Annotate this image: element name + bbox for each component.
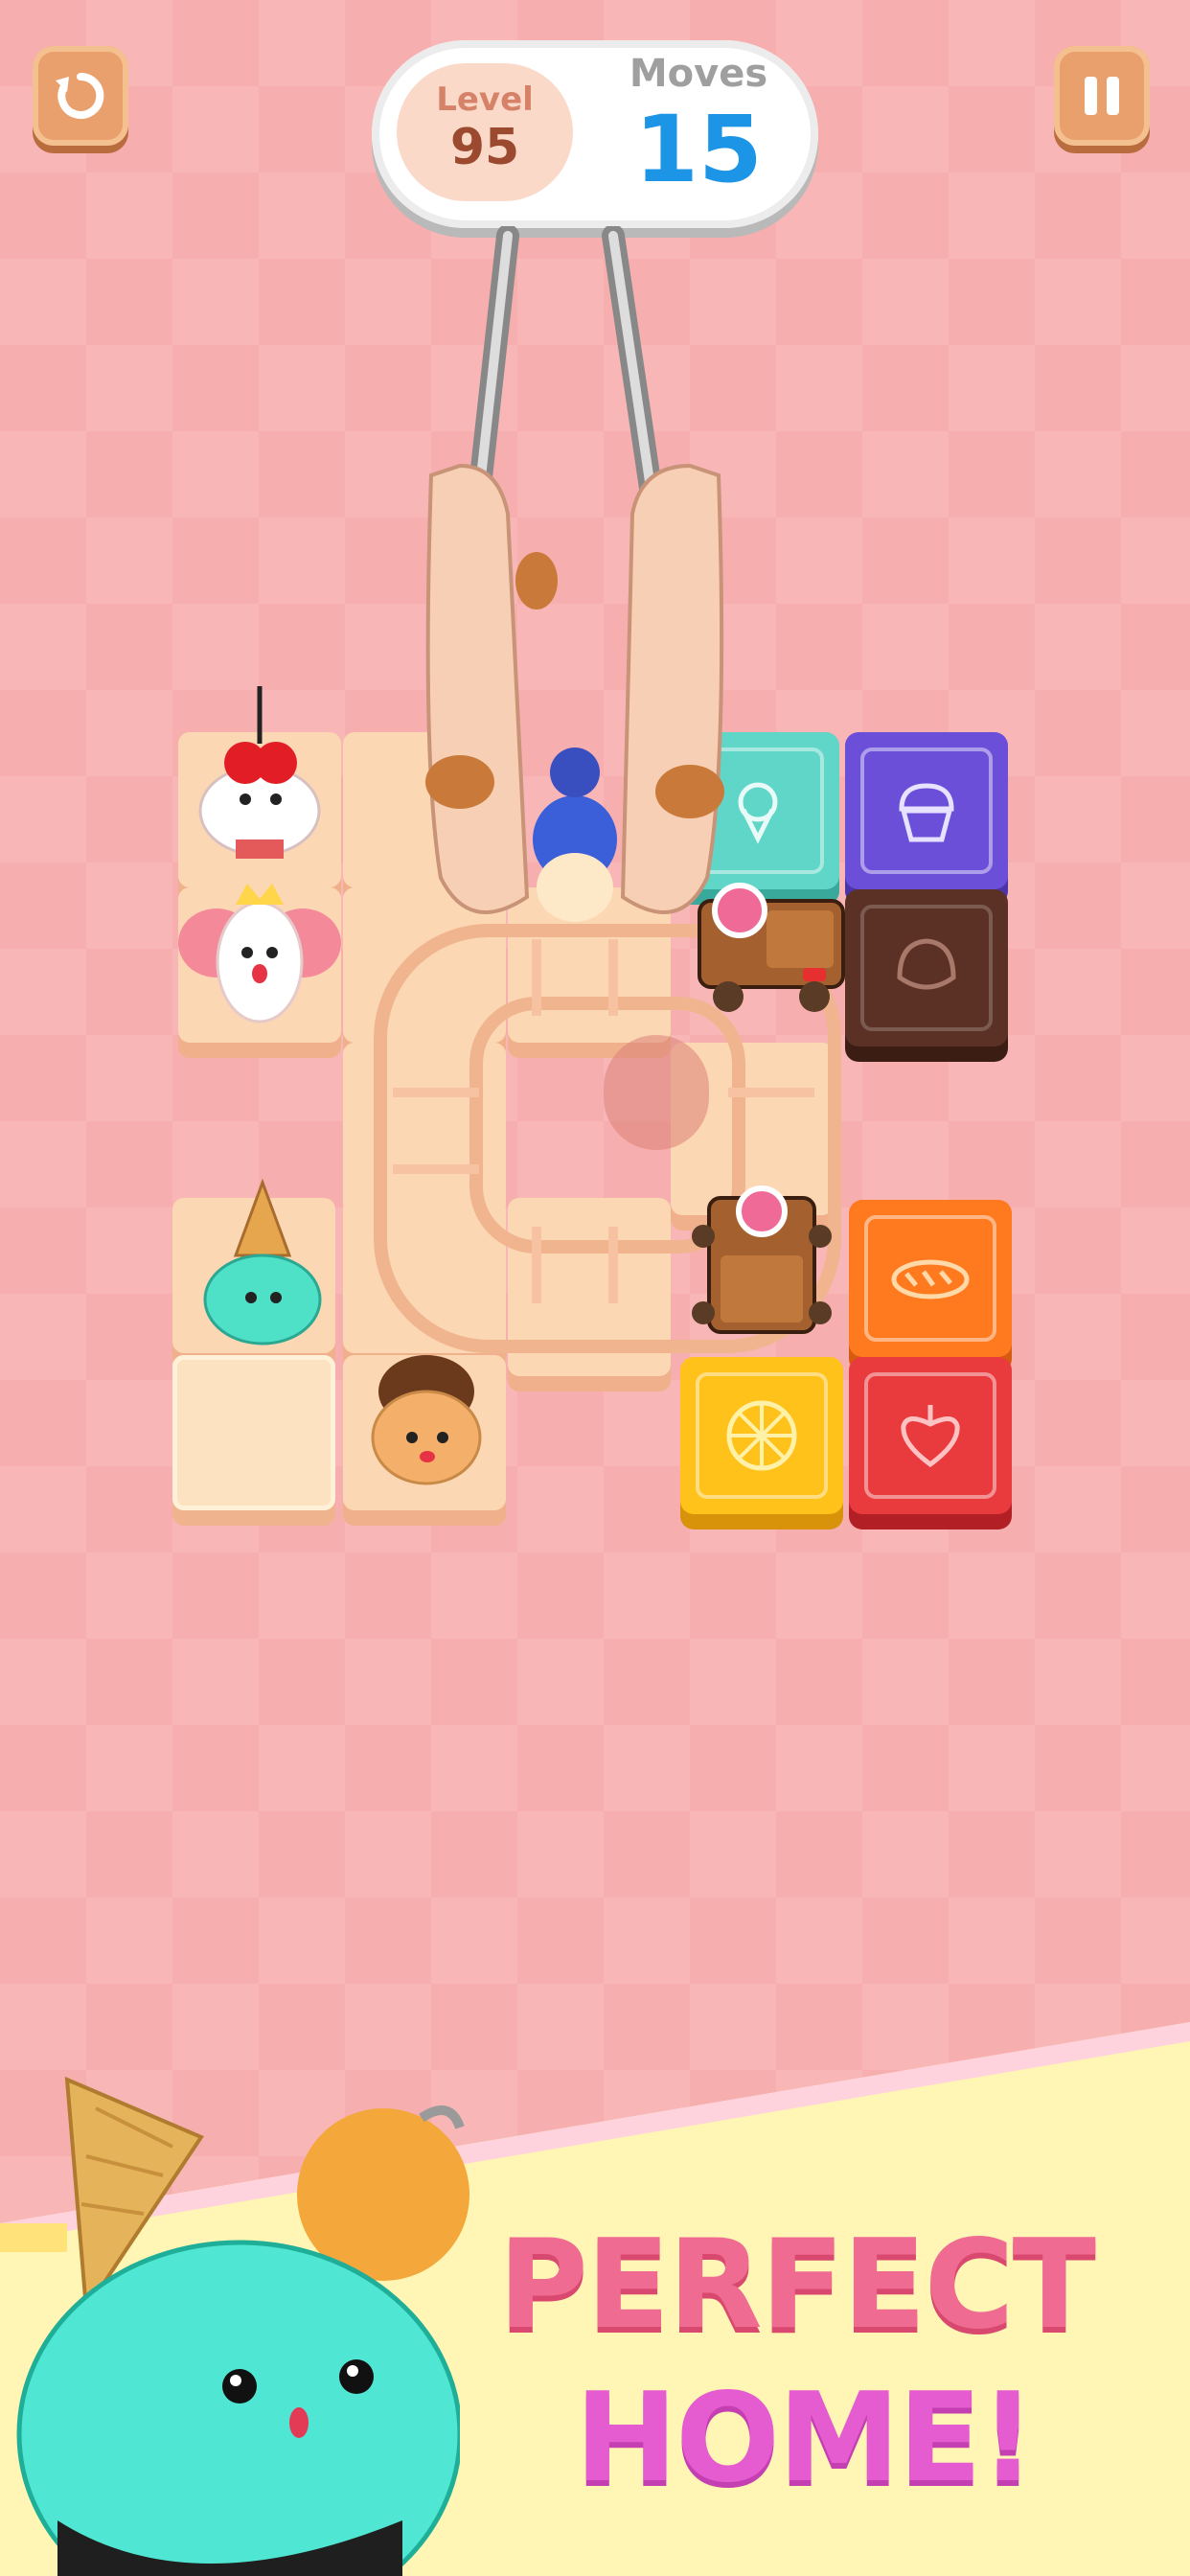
chestnut-icon (860, 905, 993, 1031)
lemon-icon (696, 1372, 828, 1499)
train-cart-bottom[interactable] (690, 1179, 834, 1351)
cherry-creature[interactable] (188, 677, 332, 868)
target-tile-yellow[interactable] (680, 1357, 843, 1514)
target-tile-orange[interactable] (849, 1200, 1012, 1357)
mascot-ice-cream-creature (16, 2076, 460, 2576)
banner-title-line2: HOME! (575, 2367, 1036, 2510)
claw-grabber (425, 226, 724, 922)
target-tile-purple[interactable] (845, 732, 1008, 889)
target-tile-brown[interactable] (845, 889, 1008, 1046)
heart-fruit-icon (864, 1372, 996, 1499)
pudding-creature[interactable] (178, 866, 341, 1029)
claw-shadow (604, 1035, 709, 1150)
cupcake-icon (860, 748, 993, 874)
ice-cream-creature[interactable] (188, 1179, 332, 1351)
banner-title-line1: PERFECT (498, 2214, 1096, 2357)
sushi-icon (864, 1215, 996, 1342)
chestnut-creature[interactable] (355, 1342, 498, 1495)
target-tile-red[interactable] (849, 1357, 1012, 1514)
